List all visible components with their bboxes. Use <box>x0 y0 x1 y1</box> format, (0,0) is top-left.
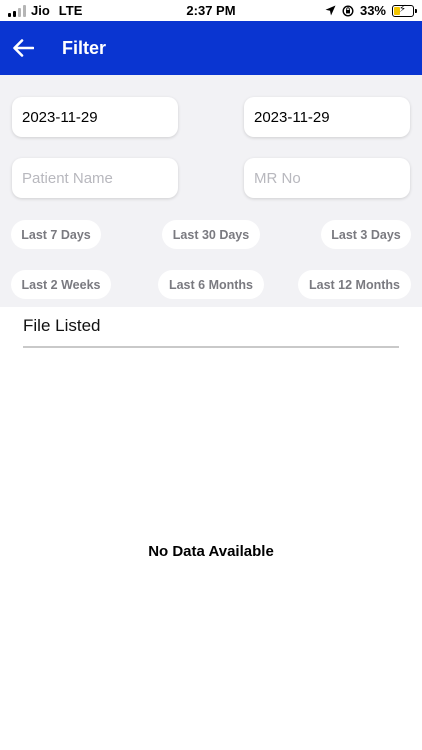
arrow-left-icon <box>13 39 34 57</box>
mr-no-input[interactable] <box>254 169 410 187</box>
battery-icon: ⚡ <box>392 3 417 17</box>
filter-panel: 2023-11-29 2023-11-29 Last 7 Days Last 3… <box>0 75 422 307</box>
from-date-value: 2023-11-29 <box>22 108 98 126</box>
orientation-lock-icon <box>342 4 354 17</box>
patient-name-field[interactable] <box>12 158 178 198</box>
mr-no-field[interactable] <box>244 158 410 198</box>
to-date-value: 2023-11-29 <box>254 108 330 126</box>
last-6-months-chip[interactable]: Last 6 Months <box>158 270 264 299</box>
from-date-field[interactable]: 2023-11-29 <box>12 97 178 137</box>
empty-state-message: No Data Available <box>148 543 274 560</box>
battery-percent: 33% <box>359 3 386 18</box>
last-2-weeks-chip[interactable]: Last 2 Weeks <box>11 270 111 299</box>
file-listed-title: File Listed <box>23 316 101 335</box>
patient-name-input[interactable] <box>22 169 178 187</box>
status-right: 33% ⚡ <box>325 3 417 18</box>
location-arrow-icon <box>325 5 336 16</box>
list-divider <box>23 346 399 348</box>
status-bar: Jio LTE 2:37 PM 33% ⚡ <box>0 0 422 21</box>
last-30-days-chip[interactable]: Last 30 Days <box>162 220 260 249</box>
app-header: Filter <box>0 21 422 75</box>
page-title: Filter <box>62 37 107 58</box>
last-3-days-chip[interactable]: Last 3 Days <box>321 220 411 249</box>
back-button[interactable] <box>0 21 46 75</box>
last-7-days-chip[interactable]: Last 7 Days <box>11 220 101 249</box>
to-date-field[interactable]: 2023-11-29 <box>244 97 410 137</box>
charging-bolt-icon: ⚡ <box>399 3 407 15</box>
last-12-months-chip[interactable]: Last 12 Months <box>298 270 411 299</box>
